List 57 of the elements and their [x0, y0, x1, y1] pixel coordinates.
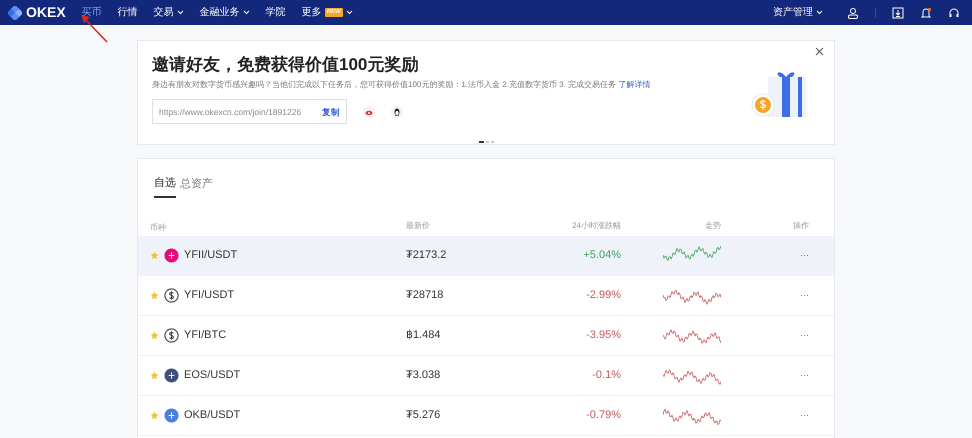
star-icon[interactable]: [150, 410, 159, 420]
qq-share-icon[interactable]: [391, 106, 403, 118]
banner-title: 邀请好友，免费获得价值100元奖励: [152, 55, 420, 76]
table-row[interactable]: YFI/USDT ₮28718 -2.99% ···: [138, 276, 834, 316]
bell-icon[interactable]: [920, 6, 932, 18]
column-header: 走势: [705, 220, 721, 232]
star-icon[interactable]: [150, 370, 159, 380]
more-button[interactable]: ···: [800, 288, 809, 302]
star-icon[interactable]: [150, 250, 159, 260]
column-header: 操作: [793, 220, 809, 230]
headset-icon[interactable]: [948, 6, 960, 18]
price-change: -0.1%: [592, 368, 621, 381]
more-button[interactable]: ···: [800, 408, 809, 422]
column-header: 币种: [150, 222, 166, 234]
nav-link[interactable]: 行情: [110, 5, 146, 20]
column-header: 最新价: [406, 220, 430, 230]
table-row[interactable]: EOS/USDT ₮3.038 -0.1% ···: [138, 356, 834, 396]
download-icon[interactable]: [892, 6, 904, 18]
nav-link[interactable]: 买币: [74, 5, 110, 20]
table-row[interactable]: OKB/USDT ₮5.276 -0.79% ···: [138, 396, 834, 436]
banner-description: 身边有朋友对数字货币感兴趣吗？当他们完成以下任务后，您可获得价值100元的奖励：1.法币入金 2.充值数字货币 3. 完成交易任务 了解详情: [152, 79, 652, 92]
price-change: -3.95%: [586, 328, 621, 341]
tab[interactable]: 总资产: [180, 175, 213, 198]
nav-link[interactable]: 金融业务: [192, 5, 258, 20]
table-row[interactable]: YFI/BTC ฿1.484 -3.95% ···: [138, 316, 834, 356]
column-header: 24小时涨跌幅: [572, 220, 621, 230]
details-link[interactable]: 了解详情: [618, 80, 650, 90]
close-icon[interactable]: [815, 47, 824, 56]
price: ₮5.276: [406, 408, 440, 421]
nav-link[interactable]: 学院: [258, 5, 294, 20]
user-icon[interactable]: [847, 6, 859, 18]
table-row[interactable]: YFII/USDT ₮2173.2 +5.04% ···: [138, 236, 834, 276]
pair-name: YFII/USDT: [184, 248, 238, 263]
logo: OKEX: [26, 3, 66, 22]
price-change: +5.04%: [583, 248, 621, 261]
pair-name: OKB/USDT: [184, 408, 240, 423]
more-button[interactable]: ···: [800, 368, 809, 382]
more-button[interactable]: ···: [800, 328, 809, 342]
star-icon[interactable]: [150, 330, 159, 340]
tab[interactable]: 自选: [154, 175, 176, 198]
star-icon[interactable]: [150, 290, 159, 300]
price-change: -0.79%: [586, 408, 621, 421]
copy-button[interactable]: 复制: [322, 106, 340, 118]
nav-link[interactable]: 资产管理: [765, 5, 831, 20]
weibo-share-icon[interactable]: [363, 106, 375, 118]
logo-icon: [8, 6, 22, 20]
pair-name: YFI/USDT: [184, 288, 234, 303]
price: ฿1.484: [406, 328, 441, 341]
pair-name: YFI/BTC: [184, 328, 226, 343]
more-button[interactable]: ···: [800, 248, 809, 262]
price: ₮3.038: [406, 368, 440, 381]
pair-name: EOS/USDT: [184, 368, 240, 383]
nav-link[interactable]: 交易: [146, 5, 192, 20]
price: ₮28718: [406, 288, 444, 301]
price: ₮2173.2: [406, 248, 446, 261]
price-change: -2.99%: [586, 288, 621, 301]
invite-link-field[interactable]: https://www.okexcn.com/join/1891226 复制: [152, 99, 347, 124]
